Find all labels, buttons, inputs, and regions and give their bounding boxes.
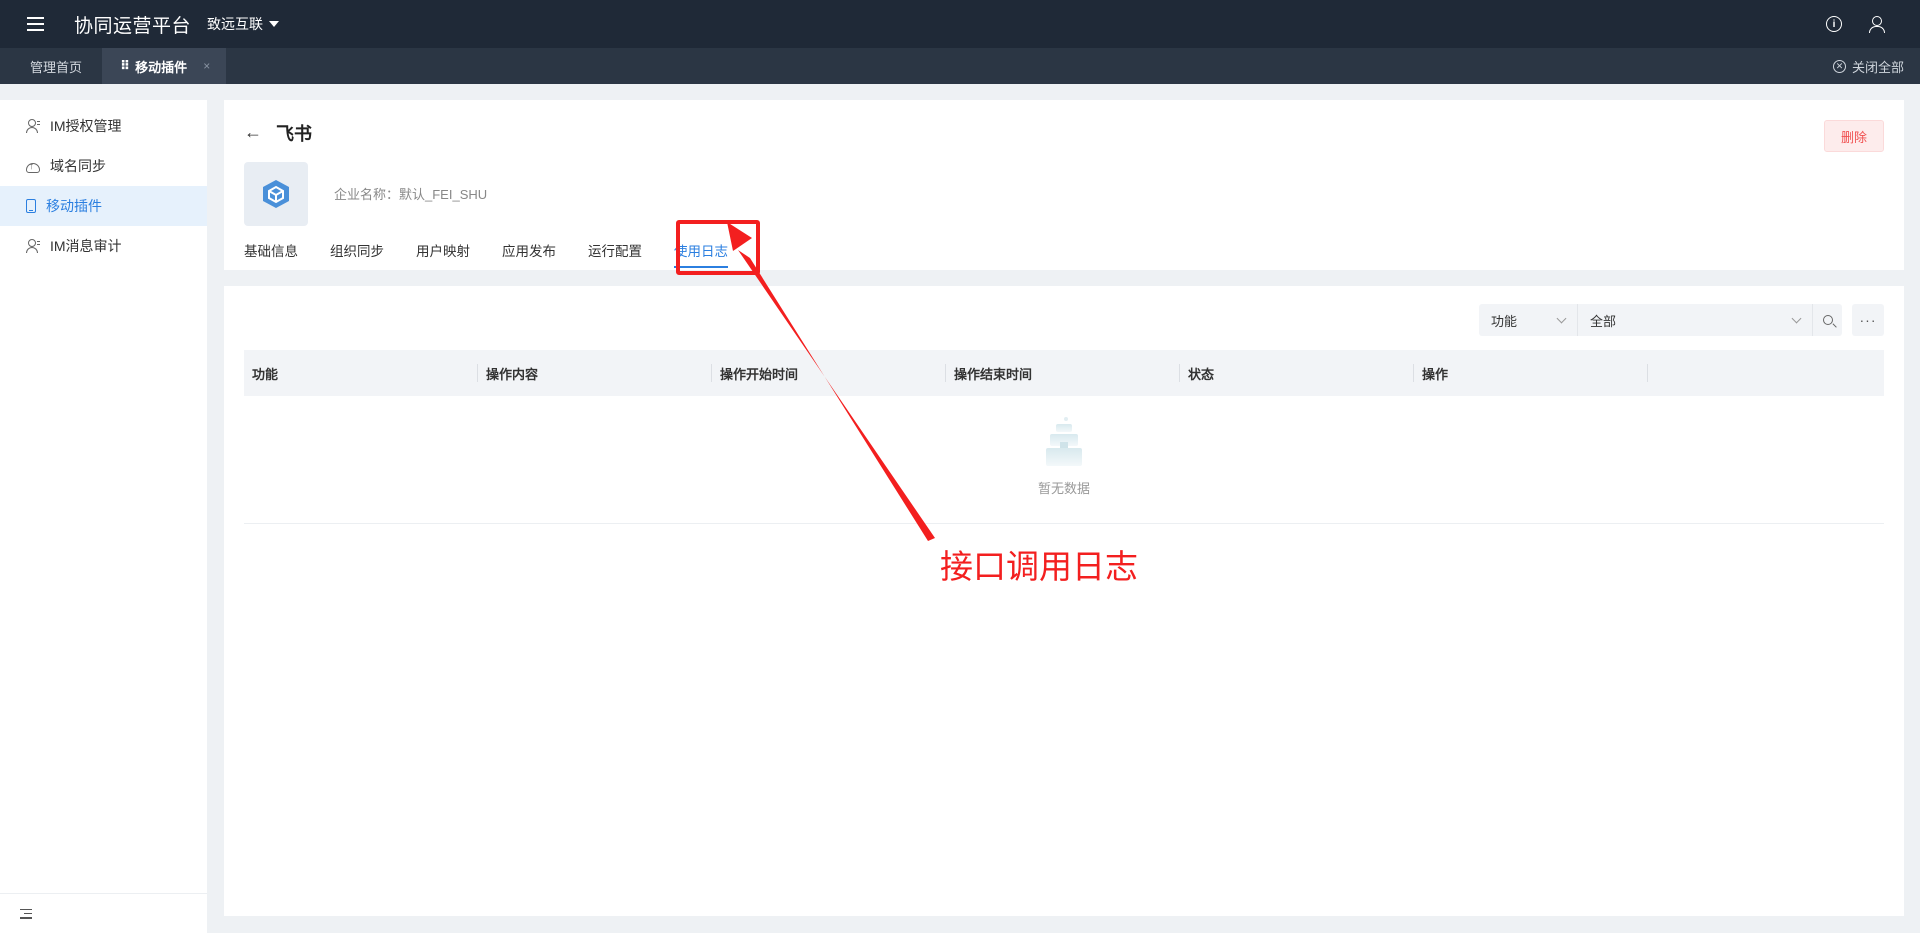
- sidebar-item-label: IM授权管理: [50, 118, 122, 134]
- annotation-label: 接口调用日志: [940, 547, 1138, 586]
- org-switcher[interactable]: 致远互联: [207, 14, 280, 34]
- company-value: 默认_FEI_SHU: [399, 187, 488, 202]
- subtab-basic-info[interactable]: 基础信息: [244, 240, 298, 268]
- user-icon[interactable]: [1868, 16, 1885, 33]
- detail-subtabs: 基础信息 组织同步 用户映射 应用发布 运行配置 使用日志: [244, 240, 728, 268]
- sidebar-item-domain-sync[interactable]: 域名同步: [0, 146, 207, 186]
- company-label: 企业名称：: [334, 187, 400, 202]
- back-arrow-icon[interactable]: ←: [244, 122, 262, 143]
- sidebar-item-label: IM消息审计: [50, 238, 122, 254]
- phone-icon: [26, 199, 36, 213]
- sidebar-item-label: 移动插件: [46, 198, 102, 214]
- page-tab-bar: 管理首页 ⠿ 移动插件 × ✕ 关闭全部: [0, 48, 1920, 84]
- subtab-run-config[interactable]: 运行配置: [588, 240, 642, 268]
- column-header[interactable]: 操作开始时间: [712, 350, 946, 396]
- subtab-org-sync[interactable]: 组织同步: [330, 240, 384, 268]
- search-icon: [1822, 315, 1833, 325]
- empty-box-icon: [1046, 417, 1082, 466]
- column-header[interactable]: 操作结束时间: [946, 350, 1180, 396]
- collapse-sidebar-icon[interactable]: [20, 908, 32, 919]
- app-title: 协同运营平台: [74, 15, 192, 37]
- cloud-upload-icon: [26, 161, 40, 173]
- close-all-label: 关闭全部: [1851, 59, 1904, 75]
- column-header[interactable]: 功能: [244, 350, 478, 396]
- search-button[interactable]: [1812, 304, 1842, 336]
- filter-field-select[interactable]: 功能: [1479, 304, 1577, 336]
- users-icon: [26, 119, 40, 133]
- hamburger-menu-icon[interactable]: [20, 9, 50, 39]
- filter-bar: 功能 全部 ···: [1479, 304, 1884, 336]
- cube-icon: [263, 180, 289, 208]
- subtab-user-mapping[interactable]: 用户映射: [416, 240, 470, 268]
- log-table: 功能 操作内容 操作开始时间 操作结束时间 状态 操作 暂无数据: [244, 350, 1884, 524]
- filter-value-select[interactable]: 全部: [1577, 304, 1812, 336]
- subtab-app-publish[interactable]: 应用发布: [502, 240, 556, 268]
- tab-mobile-plugin-label: 移动插件: [135, 59, 188, 75]
- users-icon: [26, 239, 40, 253]
- more-options-button[interactable]: ···: [1852, 304, 1884, 336]
- page-title: 飞书: [276, 124, 312, 144]
- org-name: 致远互联: [207, 16, 264, 32]
- sidebar: IM授权管理 域名同步 移动插件 IM消息审计: [0, 100, 207, 933]
- column-header[interactable]: 操作: [1414, 350, 1648, 396]
- chevron-down-icon: [1791, 313, 1802, 323]
- filter-field-value: 功能: [1491, 313, 1518, 329]
- column-header[interactable]: 状态: [1180, 350, 1414, 396]
- empty-text: 暂无数据: [1037, 481, 1090, 496]
- sidebar-item-im-auth[interactable]: IM授权管理: [0, 106, 207, 146]
- sidebar-item-im-audit[interactable]: IM消息审计: [0, 226, 207, 266]
- info-icon[interactable]: i: [1826, 16, 1842, 32]
- close-tab-icon[interactable]: ×: [203, 59, 210, 73]
- sidebar-footer: [0, 893, 207, 933]
- empty-state: 暂无数据: [244, 396, 1884, 524]
- plugin-logo: [244, 162, 308, 226]
- annotation-highlight-box: [676, 220, 760, 275]
- column-header[interactable]: 操作内容: [478, 350, 712, 396]
- tab-home[interactable]: 管理首页: [0, 48, 102, 84]
- drag-handle-icon[interactable]: ⠿: [120, 58, 130, 74]
- close-circle-icon: ✕: [1832, 59, 1846, 73]
- tab-mobile-plugin[interactable]: ⠿ 移动插件 ×: [102, 48, 227, 84]
- caret-down-icon: [269, 21, 280, 27]
- close-all-button[interactable]: ✕ 关闭全部: [1832, 48, 1904, 84]
- delete-button[interactable]: 删除: [1824, 120, 1884, 152]
- filter-value-text: 全部: [1590, 313, 1617, 329]
- table-header: 功能 操作内容 操作开始时间 操作结束时间 状态 操作: [244, 350, 1884, 396]
- sidebar-item-label: 域名同步: [50, 158, 106, 174]
- top-bar: 协同运营平台 致远互联 i: [0, 0, 1920, 48]
- log-content-card: 功能 全部 ··· 功能 操作内容 操作开始时间 操作结束时间 状态 操作 暂无…: [224, 286, 1904, 916]
- column-header: [1648, 350, 1884, 396]
- company-info: 企业名称：默认_FEI_SHU: [334, 184, 487, 203]
- tab-home-label: 管理首页: [30, 59, 83, 75]
- sidebar-item-mobile-plugin[interactable]: 移动插件: [0, 186, 207, 226]
- plugin-header-card: ← 飞书 企业名称：默认_FEI_SHU 删除 基础信息 组织同步 用户映射 应…: [224, 100, 1904, 270]
- chevron-down-icon: [1556, 313, 1567, 323]
